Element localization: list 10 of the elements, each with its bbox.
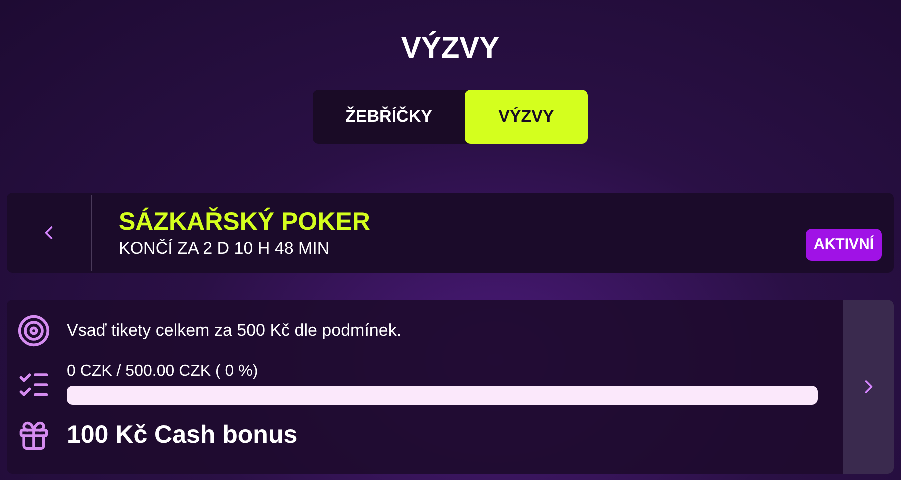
tab[interactable]: VÝZVY <box>465 90 588 144</box>
target-icon <box>17 314 51 348</box>
challenge-time-left: KONČÍ ZA 2 D 10 H 48 MIN <box>119 238 331 260</box>
task-description: Vsaď tikety celkem za 500 Kč dle podmínek. <box>67 320 402 342</box>
status-badge: AKTIVNÍ <box>806 228 882 261</box>
challenge-name: SÁZKAŘSKÝ POKER <box>119 206 372 238</box>
tab[interactable]: ŽEBŘÍČKY <box>313 90 465 144</box>
next-button[interactable] <box>843 300 894 474</box>
reward-text: 100 Kč Cash bonus <box>67 420 298 451</box>
progress-text: 0 CZK / 500.00 CZK ( 0 %) <box>67 364 260 380</box>
